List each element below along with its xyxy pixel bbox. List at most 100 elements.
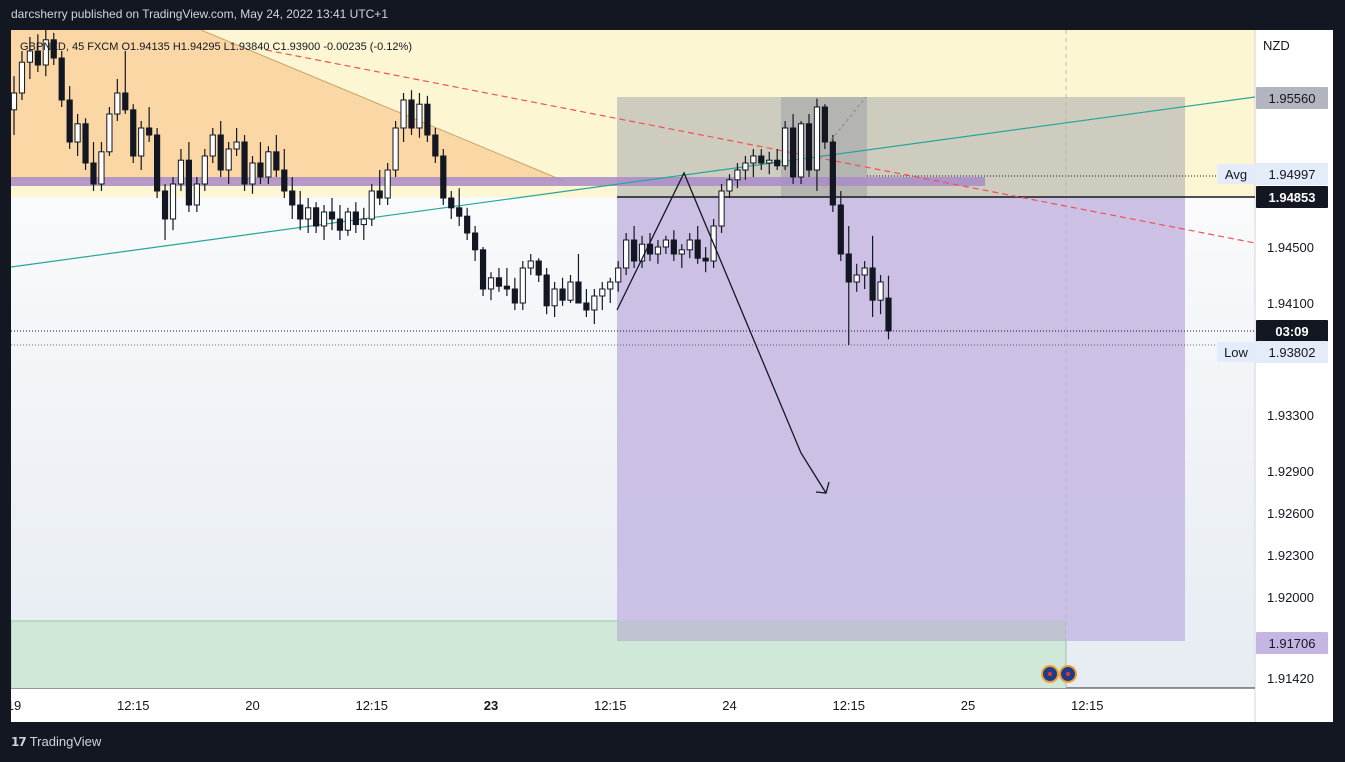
- candle-bearish: [805, 123, 813, 171]
- candle-bullish: [813, 106, 821, 171]
- candle-bearish: [774, 159, 781, 167]
- candle-bullish: [797, 123, 805, 178]
- candle-bearish: [456, 207, 463, 217]
- candle-bearish: [161, 190, 169, 220]
- candle-bearish: [185, 159, 193, 206]
- price-tick-label: 1.93300: [1267, 408, 1314, 423]
- candle-bearish: [694, 239, 701, 259]
- tradingview-logo-icon: 𝟭𝟳: [11, 734, 27, 749]
- candle-bullish: [225, 148, 232, 171]
- candle-bearish: [511, 288, 518, 304]
- candle-bearish: [432, 134, 439, 157]
- chart-area[interactable]: GBPNZD, 45 FXCM O1.94135 H1.94295 L1.938…: [11, 30, 1333, 722]
- currency-label: NZD: [1263, 38, 1290, 53]
- price-tick-label: 1.92000: [1267, 590, 1314, 605]
- candle-bullish: [742, 162, 749, 171]
- candle-bearish: [503, 285, 510, 290]
- candle-bearish: [702, 257, 709, 262]
- candle-bearish: [829, 141, 836, 206]
- candle-bearish: [559, 288, 566, 301]
- candle-bearish: [448, 197, 455, 209]
- candle-bullish: [98, 151, 105, 185]
- candle-bearish: [90, 162, 97, 185]
- candle-bearish: [424, 103, 431, 136]
- candle-bearish: [869, 267, 876, 301]
- candle-bearish: [328, 211, 336, 220]
- price-tick-label: 1.92900: [1267, 464, 1314, 479]
- price-tick-label: 1.94100: [1267, 296, 1314, 311]
- price-tag-value: 1.95560: [1269, 91, 1316, 106]
- candle-bullish: [201, 155, 208, 185]
- candle-bullish: [877, 281, 884, 301]
- candle-bullish: [607, 281, 614, 290]
- candle-bullish: [360, 218, 367, 226]
- time-tick-label: 24: [722, 698, 736, 713]
- candle-bearish: [495, 277, 503, 287]
- price-tick-label: 1.92300: [1267, 548, 1314, 563]
- candle-bullish: [623, 239, 630, 269]
- position-target-box: [617, 197, 1185, 641]
- candle-bearish: [273, 151, 280, 171]
- candle-bullish: [654, 246, 662, 255]
- candle-bullish: [368, 190, 375, 220]
- candle-bullish: [678, 249, 685, 255]
- candle-bearish: [670, 239, 677, 255]
- time-axis[interactable]: 19 12:15 20 12:15 23 12:15 24 12:15 25 12:15: [11, 698, 1104, 713]
- time-tick-label: 25: [961, 698, 975, 713]
- axis-panel: [1255, 30, 1333, 722]
- price-tick-label: 1.94500: [1267, 240, 1314, 255]
- candle-bearish: [130, 109, 137, 157]
- candle-bullish: [169, 183, 177, 220]
- candle-bearish: [241, 141, 248, 185]
- time-tick-label: 12:15: [1071, 698, 1104, 713]
- candle-bearish: [122, 92, 129, 111]
- candle-bullish: [416, 103, 423, 129]
- ohlc-value: C1.93900: [270, 41, 321, 53]
- time-tick-label: 12:15: [832, 698, 865, 713]
- candle-bearish: [837, 204, 844, 255]
- candle-bullish: [782, 127, 789, 167]
- candle-bearish: [313, 207, 320, 227]
- candle-bearish: [821, 106, 828, 143]
- candle-bullish: [861, 267, 868, 276]
- brand-label: TradingView: [29, 734, 102, 749]
- price-chart[interactable]: GBPNZD, 45 FXCM O1.94135 H1.94295 L1.938…: [11, 30, 1333, 722]
- time-tick-label: 12:15: [117, 698, 150, 713]
- candle-bullish: [209, 134, 216, 157]
- time-tick-label: 12:15: [594, 698, 627, 713]
- ohlc-value: H1.94295: [170, 41, 221, 53]
- candle-bullish: [591, 295, 598, 311]
- ohlc-value: FXCM: [84, 41, 118, 53]
- time-tick-label: 23: [484, 698, 498, 713]
- candle-bearish: [575, 281, 582, 304]
- candle-bullish: [734, 169, 741, 181]
- candle-bullish: [193, 183, 200, 206]
- candle-bearish: [758, 155, 765, 164]
- candle-bearish: [583, 302, 590, 311]
- candle-bullish: [138, 127, 145, 157]
- ohlc-value: -0.00235 (-0.12%): [320, 41, 412, 53]
- candle-bearish: [845, 253, 852, 283]
- price-tag-label: Low: [1224, 345, 1248, 360]
- candle-bearish: [543, 274, 550, 307]
- candle-bullish: [527, 260, 534, 269]
- candle-bullish: [233, 141, 240, 150]
- candle-bullish: [11, 92, 18, 111]
- ohlc-value: L1.93840: [221, 41, 270, 53]
- candle-bearish: [464, 215, 471, 234]
- candle-bearish: [58, 57, 65, 101]
- candle-bullish: [384, 169, 391, 199]
- candle-bearish: [408, 99, 415, 129]
- candle-bullish: [766, 159, 773, 164]
- candle-bullish: [750, 155, 757, 164]
- price-tick-label: 1.92600: [1267, 506, 1314, 521]
- candle-bullish: [551, 288, 558, 307]
- candle-bullish: [519, 267, 526, 304]
- price-tag-value: 1.94997: [1269, 167, 1316, 182]
- time-tick-label: 12:15: [355, 698, 388, 713]
- candle-bearish: [376, 190, 383, 199]
- candle-bearish: [790, 127, 797, 178]
- candle-bearish: [631, 239, 638, 262]
- footer: 𝟭𝟳 TradingView: [11, 734, 101, 749]
- time-tick-label: 20: [245, 698, 259, 713]
